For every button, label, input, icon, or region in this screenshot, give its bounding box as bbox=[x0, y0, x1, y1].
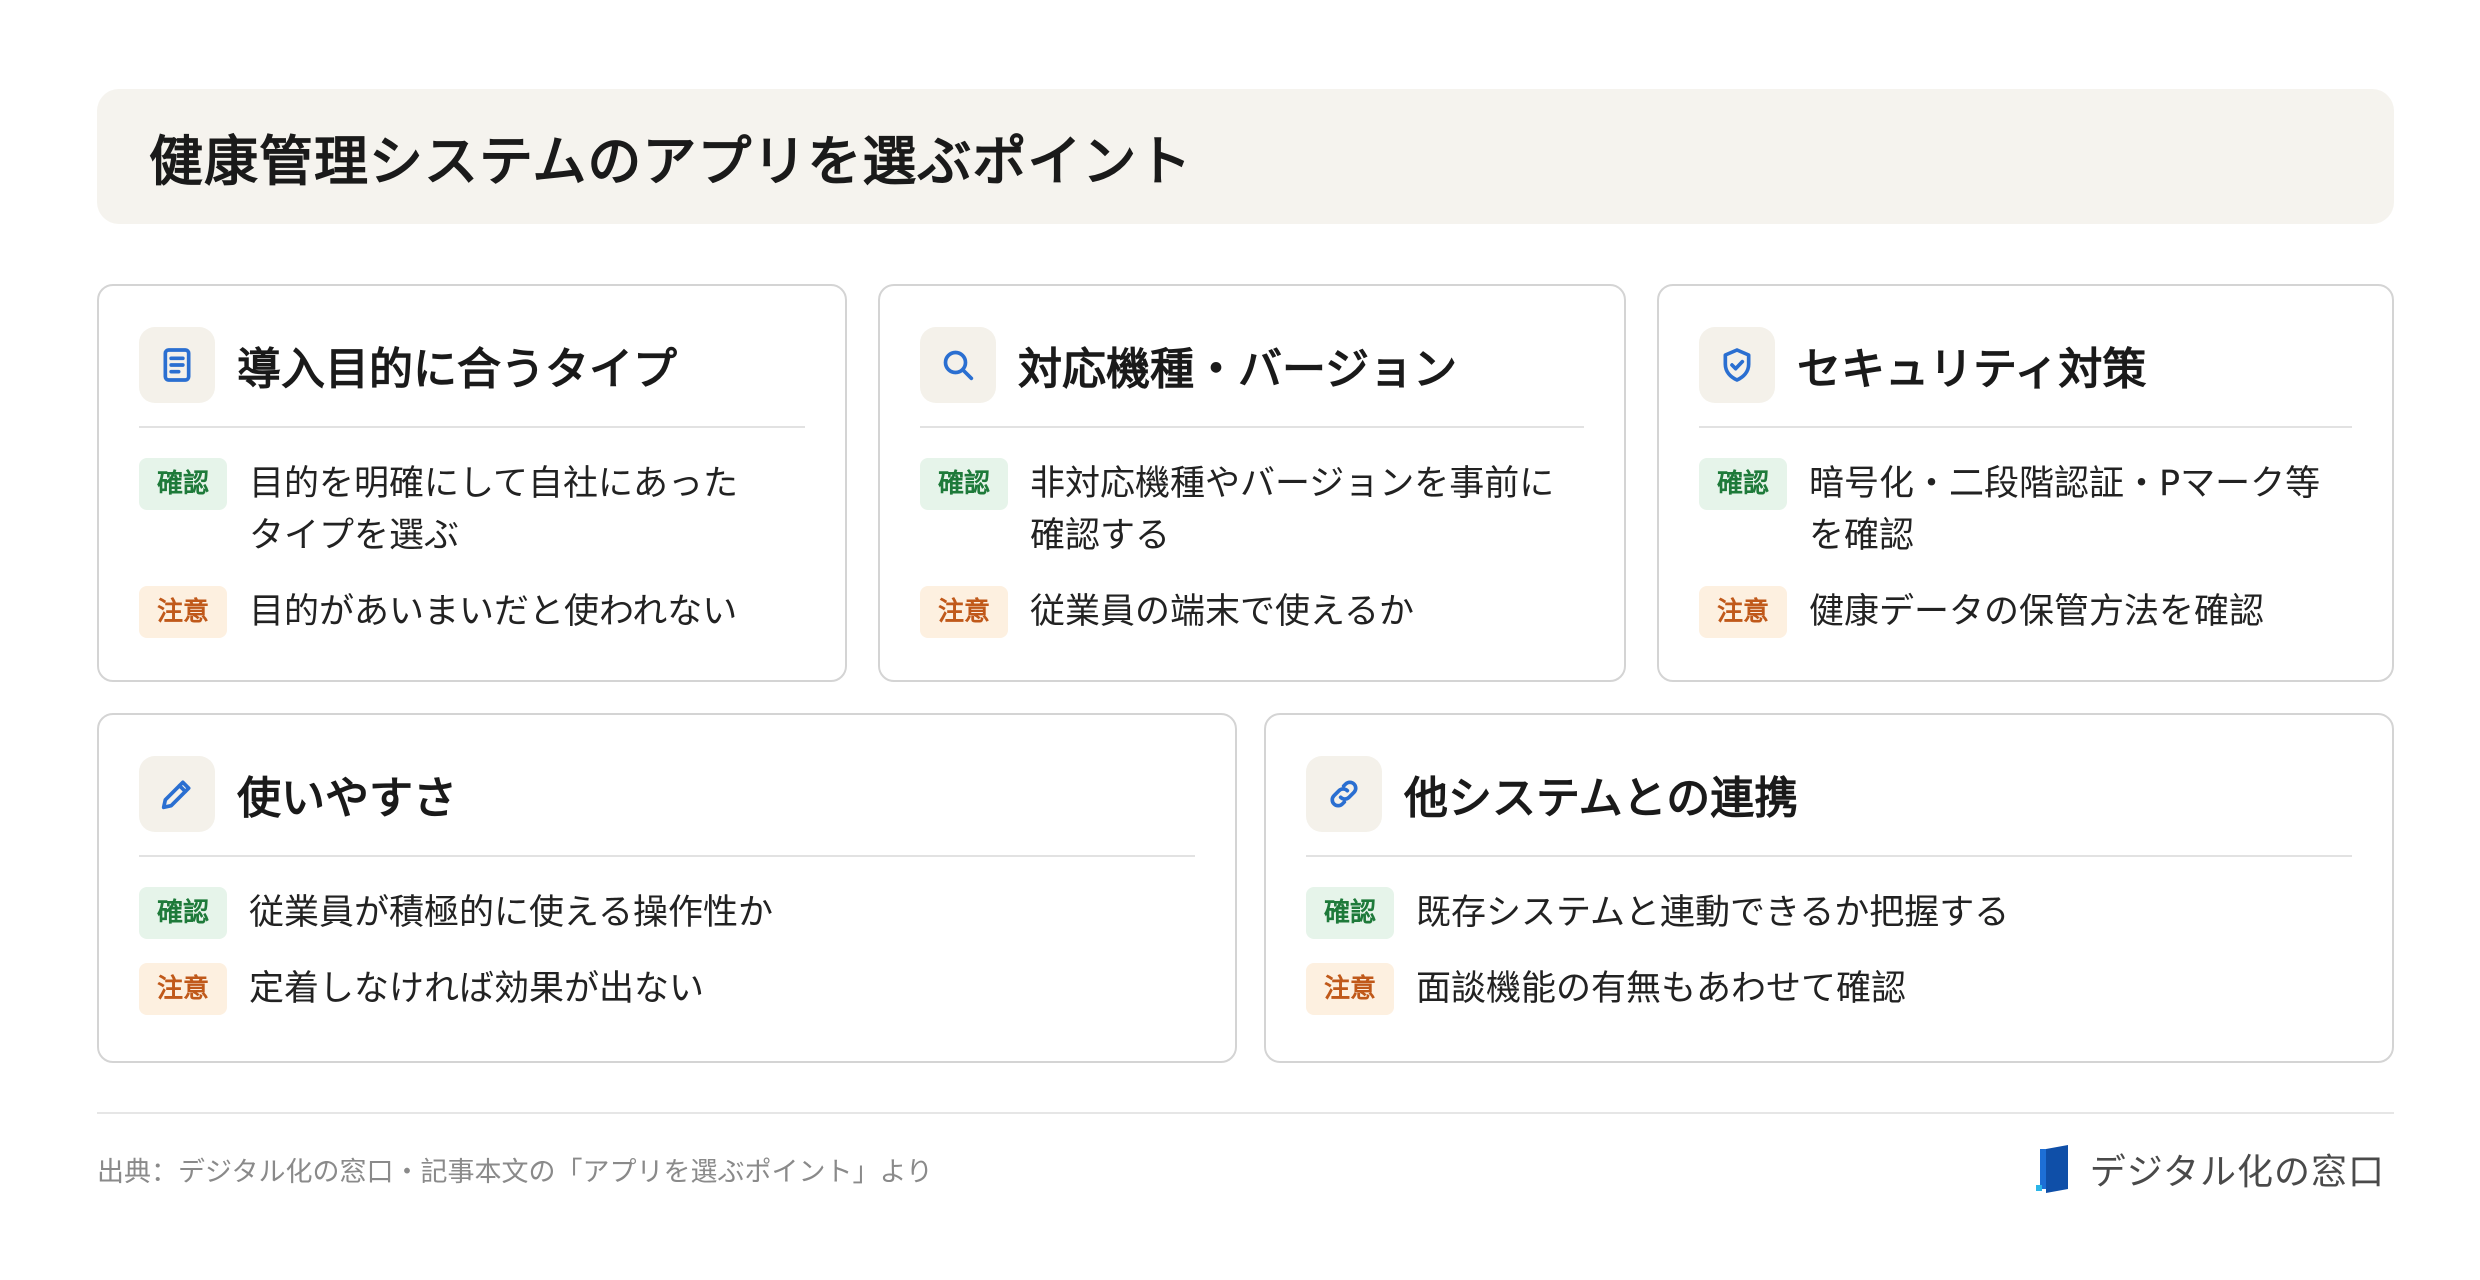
card-title: 使いやすさ bbox=[237, 773, 457, 824]
link-icon bbox=[1330, 780, 1358, 808]
card-icon-box bbox=[920, 327, 996, 403]
shield-check-icon bbox=[1723, 348, 1751, 382]
caution-text: 定着しなければ効果が出ない bbox=[249, 969, 705, 1009]
caution-row: 注意 目的があいまいだと使われない bbox=[139, 586, 805, 638]
confirm-row: 確認 従業員が積極的に使える操作性か bbox=[139, 887, 1195, 939]
footer-divider bbox=[97, 1112, 2394, 1114]
caution-text: 面談機能の有無もあわせて確認 bbox=[1416, 969, 1907, 1009]
caution-row: 注意 定着しなければ効果が出ない bbox=[139, 963, 1195, 1015]
document-icon bbox=[163, 348, 191, 382]
card-icon-box bbox=[1306, 756, 1382, 832]
caution-row: 注意 従業員の端末で使えるか bbox=[920, 586, 1584, 638]
title-banner: 健康管理システムのアプリを選ぶポイント bbox=[97, 89, 2394, 224]
brand-name: デジタル化の窓口 bbox=[2089, 1152, 2385, 1193]
search-icon bbox=[943, 350, 974, 381]
point-card-purpose: 導入目的に合うタイプ 確認 目的を明確にして自社にあったタイプを選ぶ 注意 目的… bbox=[97, 284, 847, 682]
confirm-text: 非対応機種やバージョンを事前に確認する bbox=[1030, 464, 1555, 556]
caution-badge: 注意 bbox=[139, 963, 227, 1015]
confirm-text: 既存システムと連動できるか把握する bbox=[1416, 893, 2010, 933]
confirm-row: 確認 目的を明確にして自社にあったタイプを選ぶ bbox=[139, 458, 805, 562]
card-icon-box bbox=[139, 327, 215, 403]
confirm-row: 確認 暗号化・二段階認証・Pマーク等を確認 bbox=[1699, 458, 2352, 562]
caution-text: 目的があいまいだと使われない bbox=[249, 592, 738, 632]
source-note: 出典：デジタル化の窓口・記事本文の「アプリを選ぶポイント」より bbox=[97, 1157, 933, 1188]
card-header: セキュリティ対策 bbox=[1699, 326, 2352, 428]
card-header: 導入目的に合うタイプ bbox=[139, 326, 805, 428]
confirm-text: 従業員が積極的に使える操作性か bbox=[249, 893, 773, 933]
door-logo-icon bbox=[2035, 1145, 2068, 1193]
caution-badge: 注意 bbox=[139, 586, 227, 638]
brand-logo: デジタル化の窓口 bbox=[2035, 1143, 2385, 1195]
confirm-badge: 確認 bbox=[1699, 458, 1787, 510]
caution-row: 注意 健康データの保管方法を確認 bbox=[1699, 586, 2352, 638]
point-card-integration: 他システムとの連携 確認 既存システムと連動できるか把握する 注意 面談機能の有… bbox=[1264, 713, 2394, 1063]
caution-badge: 注意 bbox=[1699, 586, 1787, 638]
card-header: 対応機種・バージョン bbox=[920, 326, 1584, 428]
confirm-text: 目的を明確にして自社にあったタイプを選ぶ bbox=[249, 464, 738, 556]
confirm-text: 暗号化・二段階認証・Pマーク等を確認 bbox=[1809, 464, 2321, 556]
confirm-row: 確認 非対応機種やバージョンを事前に確認する bbox=[920, 458, 1584, 562]
card-title: セキュリティ対策 bbox=[1797, 344, 2147, 395]
card-title: 対応機種・バージョン bbox=[1018, 344, 1458, 395]
caution-badge: 注意 bbox=[920, 586, 1008, 638]
card-header: 他システムとの連携 bbox=[1306, 755, 2352, 857]
confirm-badge: 確認 bbox=[139, 887, 227, 939]
caution-badge: 注意 bbox=[1306, 963, 1394, 1015]
page-title: 健康管理システムのアプリを選ぶポイント bbox=[149, 130, 1193, 193]
caution-text: 健康データの保管方法を確認 bbox=[1809, 592, 2265, 632]
card-icon-box bbox=[1699, 327, 1775, 403]
pencil-icon bbox=[161, 780, 191, 810]
caution-row: 注意 面談機能の有無もあわせて確認 bbox=[1306, 963, 2352, 1015]
card-icon-box bbox=[139, 756, 215, 832]
confirm-badge: 確認 bbox=[920, 458, 1008, 510]
confirm-row: 確認 既存システムと連動できるか把握する bbox=[1306, 887, 2352, 939]
confirm-badge: 確認 bbox=[1306, 887, 1394, 939]
card-header: 使いやすさ bbox=[139, 755, 1195, 857]
point-card-security: セキュリティ対策 確認 暗号化・二段階認証・Pマーク等を確認 注意 健康データの… bbox=[1657, 284, 2394, 682]
point-card-usability: 使いやすさ 確認 従業員が積極的に使える操作性か 注意 定着しなければ効果が出な… bbox=[97, 713, 1237, 1063]
caution-text: 従業員の端末で使えるか bbox=[1030, 592, 1414, 632]
point-card-compatibility: 対応機種・バージョン 確認 非対応機種やバージョンを事前に確認する 注意 従業員… bbox=[878, 284, 1626, 682]
card-title: 導入目的に合うタイプ bbox=[237, 344, 677, 395]
card-title: 他システムとの連携 bbox=[1404, 773, 1799, 824]
confirm-badge: 確認 bbox=[139, 458, 227, 510]
